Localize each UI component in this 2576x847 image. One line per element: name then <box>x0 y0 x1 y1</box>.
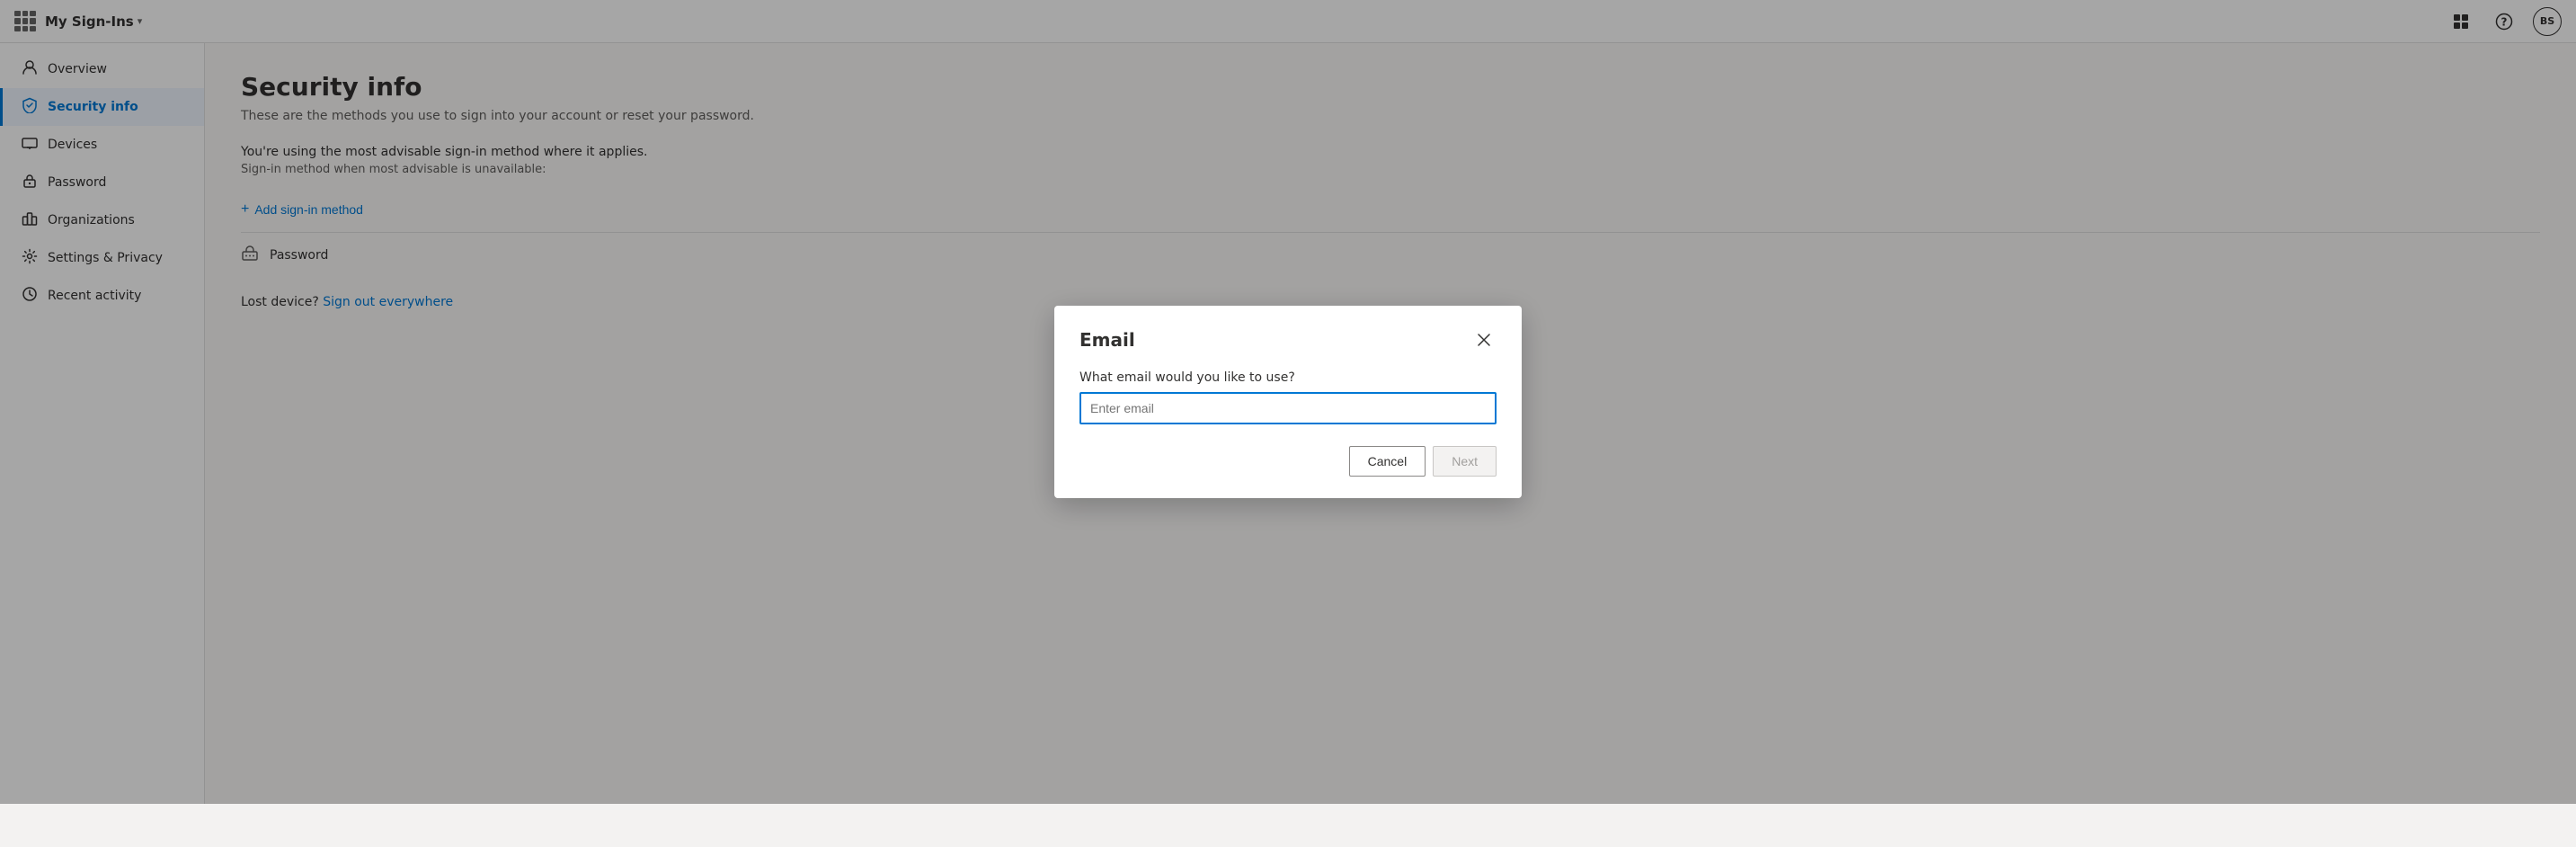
email-input[interactable] <box>1079 392 1497 424</box>
cancel-button[interactable]: Cancel <box>1349 446 1426 477</box>
modal-email-label: What email would you like to use? <box>1079 370 1497 385</box>
modal-title: Email <box>1079 329 1135 351</box>
next-button: Next <box>1433 446 1497 477</box>
email-modal: Email What email would you like to use? … <box>1054 306 1522 498</box>
modal-actions: Cancel Next <box>1079 446 1497 477</box>
modal-close-button[interactable] <box>1471 327 1497 352</box>
modal-overlay[interactable]: Email What email would you like to use? … <box>0 0 2576 804</box>
modal-header: Email <box>1079 327 1497 352</box>
